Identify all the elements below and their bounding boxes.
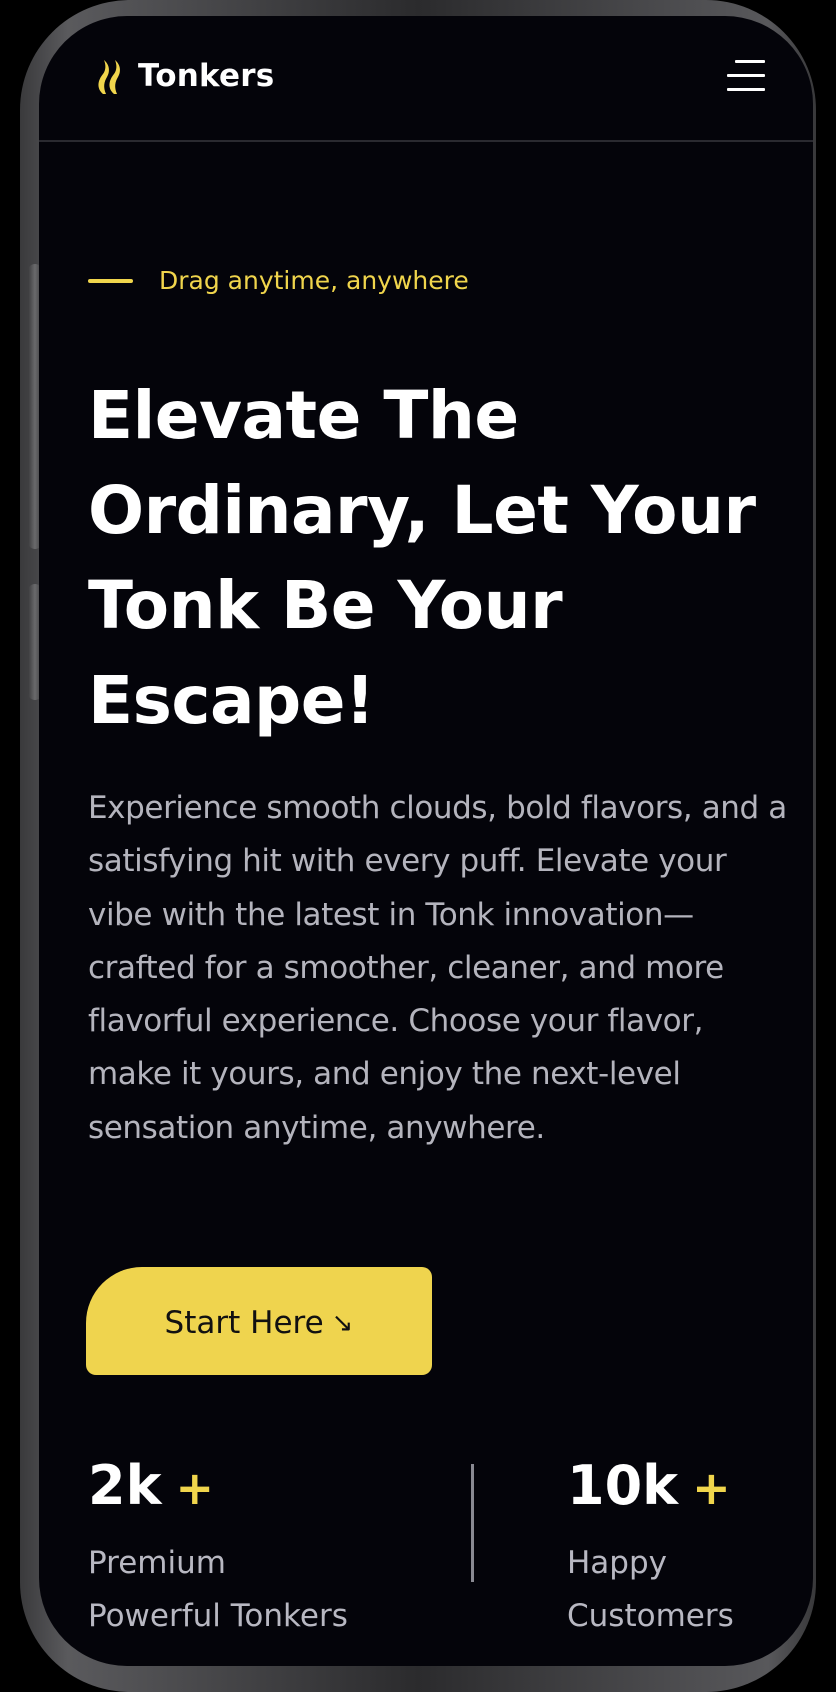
stat-number: 10k [567,1454,679,1517]
stats-divider [471,1464,474,1582]
start-here-button[interactable]: Start Here ↘ [86,1267,432,1375]
stat-label-line: Premium [88,1545,226,1581]
stat-label: Premium Powerful Tonkers [88,1537,348,1643]
hero-headline: Elevate The Ordinary, Let Your Tonk Be Y… [88,377,756,739]
plus-icon: + [175,1461,215,1515]
stat-value: 10k + [567,1451,734,1523]
site-header: Tonkers [39,16,813,142]
brand-logo[interactable]: Tonkers [94,56,274,96]
hero-eyebrow: Drag anytime, anywhere [88,266,469,295]
stat-label-line: Happy [567,1545,668,1581]
brand-name: Tonkers [138,58,275,94]
stat-label-line: Powerful Tonkers [88,1598,348,1634]
arrow-down-right-icon: ↘ [331,1307,354,1338]
stat-number: 2k [88,1454,162,1517]
stat-label: Happy Customers [567,1537,734,1643]
phone-screen: Tonkers Drag anytime, anywhere Elevate T… [39,16,813,1666]
stat-tonkers: 2k + Premium Powerful Tonkers [88,1451,348,1643]
hamburger-menu-icon[interactable] [727,60,765,94]
stat-value: 2k + [88,1451,348,1523]
flame-icon [98,60,120,94]
stat-customers: 10k + Happy Customers [567,1451,734,1643]
hero-description: Experience smooth clouds, bold flavors, … [88,790,787,1146]
eyebrow-line [88,278,133,283]
plus-icon: + [692,1461,731,1515]
stat-label-line: Customers [567,1598,734,1634]
start-here-label: Start Here [164,1304,324,1341]
eyebrow-text: Drag anytime, anywhere [159,266,469,295]
